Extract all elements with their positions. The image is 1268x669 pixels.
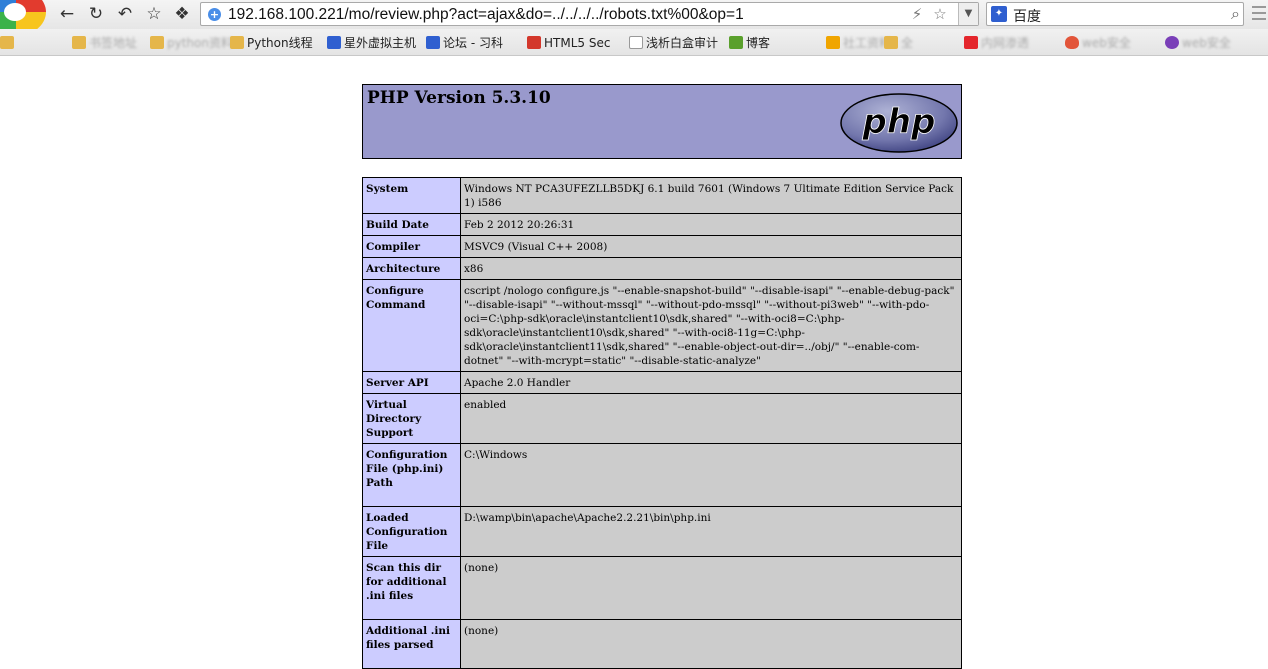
search-box[interactable]: ✦ 百度 ⌕ — [986, 2, 1244, 26]
search-engine-label: 百度 — [1013, 9, 1041, 25]
back-icon[interactable]: ← — [55, 3, 79, 25]
page-info-icon[interactable]: + — [208, 8, 221, 21]
info-key: Additional .ini files parsed — [362, 619, 461, 669]
fire-icon — [1065, 36, 1079, 49]
table-row: Additional .ini files parsed (none) — [362, 619, 962, 669]
table-row: Configure Command cscript /nologo config… — [362, 279, 962, 372]
table-row: Server API Apache 2.0 Handler — [362, 371, 962, 394]
page-title: PHP Version 5.3.10 — [367, 88, 551, 108]
php-version-header: PHP Version 5.3.10 php — [362, 84, 962, 159]
table-row: System Windows NT PCA3UFEZLLB5DKJ 6.1 bu… — [362, 177, 962, 214]
bookmark-item[interactable]: 书签地址 — [72, 34, 137, 52]
search-icon[interactable]: ⌕ — [1231, 4, 1240, 24]
baidu-paw-icon[interactable]: ✦ — [991, 6, 1007, 22]
info-value: cscript /nologo configure.js "--enable-s… — [460, 279, 962, 372]
bookmark-item[interactable]: HTML5 Sec — [527, 34, 610, 52]
lightning-icon[interactable]: ⚡ — [906, 5, 928, 23]
folder-icon — [230, 36, 244, 49]
php-info-table: System Windows NT PCA3UFEZLLB5DKJ 6.1 bu… — [362, 177, 962, 669]
bookmark-item[interactable]: 社工资料 — [826, 34, 891, 52]
info-value: MSVC9 (Visual C++ 2008) — [460, 235, 962, 258]
info-key: Server API — [362, 371, 461, 394]
info-key: Scan this dir for additional .ini files — [362, 556, 461, 620]
paw-icon — [426, 36, 440, 49]
info-value: Windows NT PCA3UFEZLLB5DKJ 6.1 build 760… — [460, 177, 962, 214]
bookmark-item[interactable]: Python线程 — [230, 34, 313, 52]
table-row: Configuration File (php.ini) Path C:\Win… — [362, 443, 962, 507]
undo-close-icon[interactable]: ↶ — [113, 3, 137, 25]
url-text[interactable]: 192.168.100.221/mo/review.php?act=ajax&d… — [228, 6, 744, 24]
bookmark-star-icon[interactable]: ☆ — [929, 5, 951, 23]
chevron-down-icon[interactable]: ▼ — [958, 3, 978, 25]
bookmark-item[interactable]: web安全 — [1165, 34, 1231, 52]
folder-icon — [884, 36, 898, 49]
info-key: Virtual Directory Support — [362, 393, 461, 444]
info-key: Build Date — [362, 213, 461, 236]
info-key: Configure Command — [362, 279, 461, 372]
php-logo-icon: php — [840, 93, 958, 153]
bookmark-item[interactable]: 浅析白盒审计 — [629, 34, 718, 52]
bookmark-item[interactable]: python资料 — [150, 34, 233, 52]
info-key: Architecture — [362, 257, 461, 280]
info-key: System — [362, 177, 461, 214]
table-row: Build Date Feb 2 2012 20:26:31 — [362, 213, 962, 236]
info-value: (none) — [460, 619, 962, 669]
apps-grid-icon[interactable]: ❖ — [170, 3, 194, 25]
site-f-icon — [729, 36, 743, 49]
bookmarks-bar: 书签地址 python资料 Python线程 星外虚拟主机 论坛 - 习科 HT… — [0, 29, 1268, 56]
document-icon — [629, 36, 643, 49]
info-value: (none) — [460, 556, 962, 620]
bookmark-item[interactable] — [0, 34, 17, 52]
paw-icon — [327, 36, 341, 49]
info-value: x86 — [460, 257, 962, 280]
browser-toolbar: ← ↻ ↶ ☆ ❖ + 192.168.100.221/mo/review.ph… — [0, 0, 1268, 36]
info-value: Feb 2 2012 20:26:31 — [460, 213, 962, 236]
bookmark-item[interactable]: 全 — [884, 34, 913, 52]
site-purple-icon — [1165, 36, 1179, 49]
address-bar[interactable]: + 192.168.100.221/mo/review.php?act=ajax… — [200, 2, 979, 26]
info-value: Apache 2.0 Handler — [460, 371, 962, 394]
star-icon[interactable]: ☆ — [142, 3, 166, 25]
bookmark-item[interactable]: 内网渗透 — [964, 34, 1029, 52]
info-value: enabled — [460, 393, 962, 444]
info-key: Compiler — [362, 235, 461, 258]
bookmark-item[interactable]: 博客 — [729, 34, 770, 52]
bookmark-item[interactable]: web安全 — [1065, 34, 1131, 52]
info-key: Loaded Configuration File — [362, 506, 461, 557]
php-logo-text: php — [862, 102, 936, 142]
reload-icon[interactable]: ↻ — [84, 3, 108, 25]
table-row: Compiler MSVC9 (Visual C++ 2008) — [362, 235, 962, 258]
menu-icon[interactable] — [1252, 6, 1266, 22]
folder-icon — [0, 36, 14, 49]
table-row: Virtual Directory Support enabled — [362, 393, 962, 444]
bookmark-item[interactable]: 论坛 - 习科 — [426, 34, 503, 52]
site-bing-icon — [826, 36, 840, 49]
site-51cto-icon — [527, 36, 541, 49]
table-row: Scan this dir for additional .ini files … — [362, 556, 962, 620]
site-red-icon — [964, 36, 978, 49]
info-value: C:\Windows — [460, 443, 962, 507]
table-row: Loaded Configuration File D:\wamp\bin\ap… — [362, 506, 962, 557]
bookmark-item[interactable]: 星外虚拟主机 — [327, 34, 416, 52]
folder-icon — [150, 36, 164, 49]
table-row: Architecture x86 — [362, 257, 962, 280]
folder-icon — [72, 36, 86, 49]
info-value: D:\wamp\bin\apache\Apache2.2.21\bin\php.… — [460, 506, 962, 557]
info-key: Configuration File (php.ini) Path — [362, 443, 461, 507]
